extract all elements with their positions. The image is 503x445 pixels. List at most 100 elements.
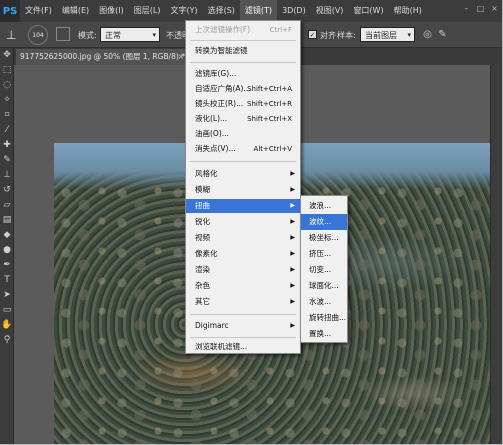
menu-item-label: 模糊 [195,185,210,194]
menu-item-label: 浏览联机滤镜... [195,342,248,351]
menu-edit[interactable]: 编辑(E) [57,0,94,22]
menu-item-label: 液化(L)... [195,114,228,123]
distort-displace[interactable]: 置换... [301,326,347,342]
menu-item-label: 像素化 [195,249,218,258]
menu-window[interactable]: 窗口(W) [348,0,388,22]
stamp-tool-icon[interactable]: ⊥ [6,27,22,43]
distort-ripple[interactable]: 波纹... [301,214,347,230]
menu-item-label: 滤镜库(G)... [195,69,237,78]
gradient-tool-icon[interactable]: ▤ [0,213,14,228]
brush-tool-icon[interactable]: ✎ [0,153,14,168]
filter-menu-vanishing-point[interactable]: 消失点(V)... Alt+Ctrl+V [186,142,300,156]
filter-menu-last-filter[interactable]: 上次滤镜操作(F) Ctrl+F [186,23,300,37]
distort-zigzag[interactable]: 水波... [301,294,347,310]
close-icon[interactable]: × [178,49,184,65]
filter-menu-render[interactable]: 渲染 ▶ [186,263,300,277]
menu-item-label: 风格化 [195,169,218,178]
menu-filter[interactable]: 滤镜(T) [239,0,278,22]
filter-menu-stylize[interactable]: 风格化 ▶ [186,167,300,181]
distort-shear[interactable]: 切变... [301,262,347,278]
menu-3d[interactable]: 3D(D) [277,0,311,22]
filter-menu-adaptive-wide[interactable]: 自适应广角(A)... Shift+Ctrl+A [186,82,300,96]
pen-tool-icon[interactable]: ✒ [0,258,14,273]
path-select-tool-icon[interactable]: ➤ [0,288,14,303]
menu-item-shortcut: Shift+Ctrl+A [247,85,292,93]
filter-menu-other[interactable]: 其它 ▶ [186,295,300,309]
submenu-arrow-icon: ▶ [290,218,295,225]
menu-layer[interactable]: 图层(L) [129,0,166,22]
dodge-tool-icon[interactable]: ● [0,243,14,258]
submenu-arrow-icon: ▶ [290,266,295,273]
pressure-icon[interactable]: ✎ [436,28,449,41]
blur-tool-icon[interactable]: ◆ [0,228,14,243]
menu-image[interactable]: 图像(I) [94,0,129,22]
stamp-tool-icon[interactable]: ⊥ [0,168,14,183]
distort-spherize[interactable]: 球面化... [301,278,347,294]
clone-source-icon[interactable] [56,27,70,41]
healing-tool-icon[interactable]: ✚ [0,138,14,153]
filter-menu-blur[interactable]: 模糊 ▶ [186,183,300,197]
menu-item-label: 扭曲 [195,201,210,210]
mode-select[interactable]: 正常 ▾ [100,27,160,42]
menu-file[interactable]: 文件(F) [20,0,57,22]
mode-label: 模式: [78,31,97,40]
window-controls: – □ × [462,4,499,13]
distort-pinch[interactable]: 挤压... [301,246,347,262]
photoshop-window: PS 文件(F) 编辑(E) 图像(I) 图层(L) 文字(Y) 选择(S) 滤… [0,0,503,445]
align-checkbox[interactable]: ✓ [308,30,317,39]
distort-polar-coordinates[interactable]: 极坐标... [301,230,347,246]
lasso-tool-icon[interactable]: ◌ [0,78,14,93]
menu-help[interactable]: 帮助(H) [389,0,427,22]
menu-item-shortcut: Shift+Ctrl+X [247,115,292,123]
filter-menu-browse-online[interactable]: 浏览联机滤镜... [186,340,300,354]
menu-divider [190,40,296,41]
filter-menu-liquify[interactable]: 液化(L)... Shift+Ctrl+X [186,112,300,126]
filter-menu-convert-smart[interactable]: 转换为智能滤镜 [186,44,300,58]
zoom-tool-icon[interactable]: ⚲ [0,333,14,348]
chevron-down-icon: ▾ [152,31,156,39]
marquee-tool-icon[interactable]: ⬚ [0,63,14,78]
maximize-icon[interactable]: □ [476,4,485,13]
menu-item-shortcut: Shift+Ctrl+R [247,100,292,108]
filter-menu-lens-correction[interactable]: 镜头校正(R)... Shift+Ctrl+R [186,97,300,111]
close-icon[interactable]: × [490,4,499,13]
filter-menu-digimarc[interactable]: Digimarc ▶ [186,319,300,333]
filter-menu-noise[interactable]: 杂色 ▶ [186,279,300,293]
menu-bar: PS 文件(F) 编辑(E) 图像(I) 图层(L) 文字(Y) 选择(S) 滤… [0,0,502,22]
shape-tool-icon[interactable]: ▭ [0,303,14,318]
mode-value: 正常 [105,31,121,40]
quick-select-tool-icon[interactable]: ✧ [0,93,14,108]
menu-divider [190,62,296,63]
menu-divider [190,314,296,315]
menu-item-label: 其它 [195,297,210,306]
menu-type[interactable]: 文字(Y) [165,0,202,22]
type-tool-icon[interactable]: T [0,273,14,288]
brush-size-picker[interactable]: 104 [28,25,48,45]
filter-menu-sharpen[interactable]: 锐化 ▶ [186,215,300,229]
menu-view[interactable]: 视图(V) [311,0,349,22]
eyedropper-tool-icon[interactable]: ⁄ [0,123,14,138]
move-tool-icon[interactable]: ✥ [0,48,14,63]
document-tab[interactable]: 917752625000.jpg @ 50% (图层 1, RGB/8) * × [16,49,188,65]
hand-tool-icon[interactable]: ✋ [0,318,14,333]
filter-menu-oil-paint[interactable]: 油画(O)... [186,127,300,141]
distort-submenu: 波浪... 波纹... 极坐标... 挤压... 切变... 球面化... 水波… [300,195,348,343]
history-brush-tool-icon[interactable]: ↺ [0,183,14,198]
crop-tool-icon[interactable]: ⌗ [0,108,14,123]
filter-menu-pixelate[interactable]: 像素化 ▶ [186,247,300,261]
menu-item-label: 上次滤镜操作(F) [195,25,251,34]
submenu-arrow-icon: ▶ [290,170,295,177]
adjustment-layers-icon[interactable]: ◎ [421,28,434,41]
menu-select[interactable]: 选择(S) [203,0,240,22]
minimize-icon[interactable]: – [462,4,471,13]
tools-panel: ✥ ⬚ ◌ ✧ ⌗ ⁄ ✚ ✎ ⊥ ↺ ▱ ▤ ◆ ● ✒ T ➤ ▭ ✋ ⚲ [0,48,14,444]
distort-wave[interactable]: 波浪... [301,198,347,214]
sample-select[interactable]: 当前图层 ▾ [360,27,415,42]
eraser-tool-icon[interactable]: ▱ [0,198,14,213]
filter-menu-video[interactable]: 视频 ▶ [186,231,300,245]
distort-twirl[interactable]: 旋转扭曲... [301,310,347,326]
submenu-arrow-icon: ▶ [290,186,295,193]
menu-item-label: 镜头校正(R)... [195,99,244,108]
filter-menu-distort[interactable]: 扭曲 ▶ [186,199,300,213]
filter-menu-gallery[interactable]: 滤镜库(G)... [186,67,300,81]
